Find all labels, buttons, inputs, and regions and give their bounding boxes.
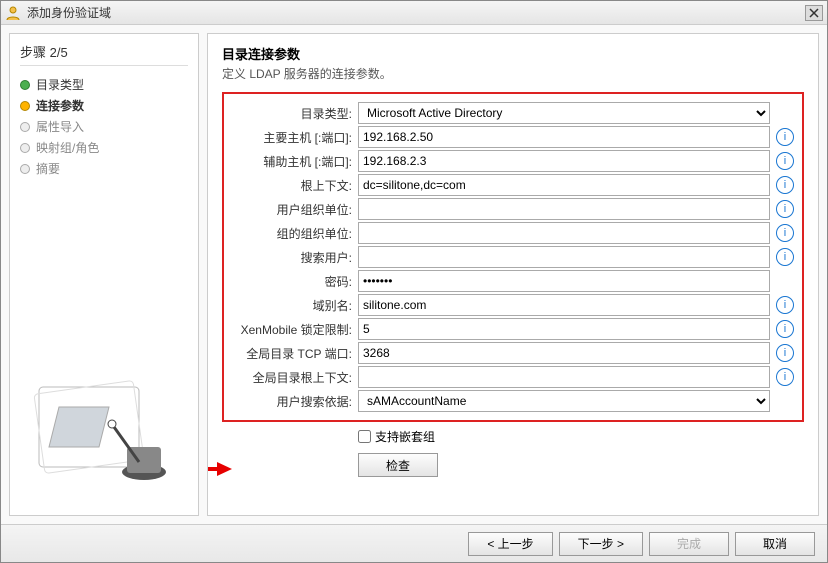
finish-button: 完成 <box>649 532 729 556</box>
info-icon[interactable]: i <box>776 368 794 386</box>
row-search-user: 搜索用户: i <box>228 246 794 268</box>
check-button[interactable]: 检查 <box>358 453 438 477</box>
row-gc-root: 全局目录根上下文: i <box>228 366 794 388</box>
label-primary-host: 主要主机 [:端口]: <box>228 129 358 146</box>
step-item-directory-type: 目录类型 <box>20 74 188 95</box>
main-panel: 目录连接参数 定义 LDAP 服务器的连接参数。 目录类型: Microsoft… <box>207 33 819 516</box>
step-label: 连接参数 <box>36 97 84 114</box>
input-gc-root[interactable] <box>358 366 770 388</box>
row-password: 密码: <box>228 270 794 292</box>
row-secondary-host: 辅助主机 [:端口]: i <box>228 150 794 172</box>
content-area: 步骤 2/5 目录类型 连接参数 属性导入 映射组/角色 摘要 <box>1 25 827 524</box>
label-gc-root: 全局目录根上下文: <box>228 369 358 386</box>
row-group-ou: 组的组织单位: i <box>228 222 794 244</box>
info-icon[interactable]: i <box>776 248 794 266</box>
close-button[interactable] <box>805 5 823 21</box>
label-secondary-host: 辅助主机 [:端口]: <box>228 153 358 170</box>
input-primary-host[interactable] <box>358 126 770 148</box>
step-list: 目录类型 连接参数 属性导入 映射组/角色 摘要 <box>20 74 188 179</box>
input-group-ou[interactable] <box>358 222 770 244</box>
label-lock-limit: XenMobile 锁定限制: <box>228 321 358 338</box>
label-domain-alias: 域别名: <box>228 297 358 314</box>
page-subtitle: 定义 LDAP 服务器的连接参数。 <box>222 65 804 82</box>
row-primary-host: 主要主机 [:端口]: i <box>228 126 794 148</box>
input-domain-alias[interactable] <box>358 294 770 316</box>
next-button[interactable]: 下一步 > <box>559 532 643 556</box>
app-icon <box>5 5 21 21</box>
status-dot-current <box>20 101 30 111</box>
input-search-user[interactable] <box>358 246 770 268</box>
step-item-connection-params: 连接参数 <box>20 95 188 116</box>
row-directory-type: 目录类型: Microsoft Active Directory <box>228 102 794 124</box>
step-label: 摘要 <box>36 160 60 177</box>
row-user-ou: 用户组织单位: i <box>228 198 794 220</box>
form-highlight-box: 目录类型: Microsoft Active Directory 主要主机 [:… <box>222 92 804 422</box>
window-title: 添加身份验证域 <box>27 4 805 21</box>
titlebar: 添加身份验证域 <box>1 1 827 25</box>
wizard-illustration <box>20 179 188 507</box>
row-root-context: 根上下文: i <box>228 174 794 196</box>
step-counter: 步骤 2/5 <box>20 42 188 66</box>
info-icon[interactable]: i <box>776 344 794 362</box>
row-gc-port: 全局目录 TCP 端口: i <box>228 342 794 364</box>
label-nested-groups: 支持嵌套组 <box>375 428 435 445</box>
label-password: 密码: <box>228 273 358 290</box>
step-label: 映射组/角色 <box>36 139 99 156</box>
label-search-user: 搜索用户: <box>228 249 358 266</box>
step-item-map-groups: 映射组/角色 <box>20 137 188 158</box>
row-user-search-by: 用户搜索依据: sAMAccountName <box>228 390 794 412</box>
input-user-ou[interactable] <box>358 198 770 220</box>
info-icon[interactable]: i <box>776 200 794 218</box>
step-item-summary: 摘要 <box>20 158 188 179</box>
label-user-ou: 用户组织单位: <box>228 201 358 218</box>
input-secondary-host[interactable] <box>358 150 770 172</box>
step-label: 属性导入 <box>36 118 84 135</box>
row-nested-groups: 支持嵌套组 <box>222 428 804 445</box>
row-check-button: 检查 <box>222 453 804 477</box>
step-label: 目录类型 <box>36 76 84 93</box>
input-root-context[interactable] <box>358 174 770 196</box>
arrow-annotation-icon <box>207 459 232 479</box>
dialog-window: 添加身份验证域 步骤 2/5 目录类型 连接参数 属性导入 映射组/角色 摘要 <box>0 0 828 563</box>
close-icon <box>809 8 819 18</box>
back-button[interactable]: < 上一步 <box>468 532 552 556</box>
status-dot-done <box>20 80 30 90</box>
page-title: 目录连接参数 <box>222 44 804 63</box>
info-icon[interactable]: i <box>776 128 794 146</box>
status-dot <box>20 122 30 132</box>
wizard-sidebar: 步骤 2/5 目录类型 连接参数 属性导入 映射组/角色 摘要 <box>9 33 199 516</box>
info-icon[interactable]: i <box>776 152 794 170</box>
input-gc-port[interactable] <box>358 342 770 364</box>
info-icon[interactable]: i <box>776 176 794 194</box>
select-user-search-by[interactable]: sAMAccountName <box>358 390 770 412</box>
label-gc-port: 全局目录 TCP 端口: <box>228 345 358 362</box>
info-icon[interactable]: i <box>776 224 794 242</box>
select-directory-type[interactable]: Microsoft Active Directory <box>358 102 770 124</box>
label-root-context: 根上下文: <box>228 177 358 194</box>
row-domain-alias: 域别名: i <box>228 294 794 316</box>
label-directory-type: 目录类型: <box>228 105 358 122</box>
checkbox-nested-groups[interactable] <box>358 430 371 443</box>
input-lock-limit[interactable] <box>358 318 770 340</box>
label-user-search-by: 用户搜索依据: <box>228 393 358 410</box>
label-group-ou: 组的组织单位: <box>228 225 358 242</box>
cancel-button[interactable]: 取消 <box>735 532 815 556</box>
status-dot <box>20 164 30 174</box>
info-icon[interactable]: i <box>776 296 794 314</box>
step-item-attr-import: 属性导入 <box>20 116 188 137</box>
input-password[interactable] <box>358 270 770 292</box>
wizard-footer: < 上一步 下一步 > 完成 取消 <box>1 524 827 562</box>
info-icon[interactable]: i <box>776 320 794 338</box>
status-dot <box>20 143 30 153</box>
row-lock-limit: XenMobile 锁定限制: i <box>228 318 794 340</box>
